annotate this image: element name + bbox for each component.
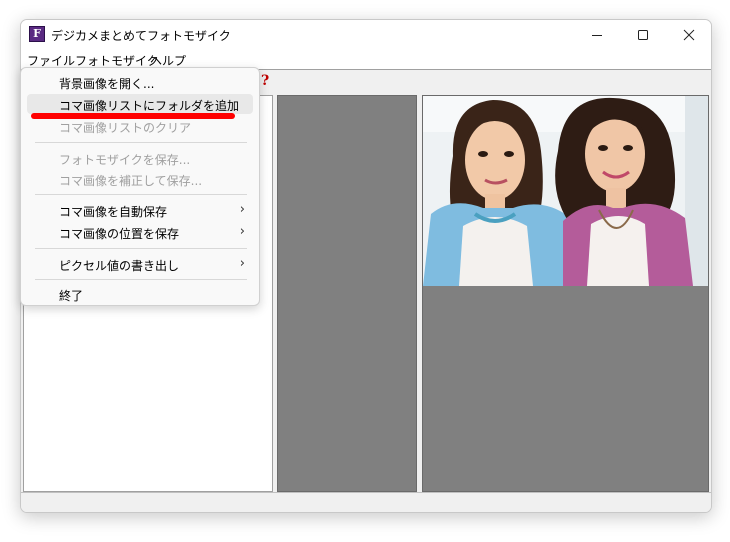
menu-item-label: 背景画像を開く...: [59, 77, 155, 91]
menu-save-photomosaic[interactable]: フォトモザイクを保存...: [27, 148, 253, 168]
menu-item-label: フォトモザイクを保存...: [59, 153, 191, 167]
maximize-icon: [638, 29, 648, 40]
minimize-icon: [592, 34, 602, 36]
menu-item-label: 終了: [59, 289, 84, 303]
file-menu-dropdown: 背景画像を開く... コマ画像リストにフォルダを追加 コマ画像リストのクリア フ…: [20, 67, 260, 306]
menu-separator: [35, 142, 247, 143]
title-bar[interactable]: F デジカメまとめてフォトモザイク: [21, 20, 711, 49]
help-icon[interactable]: ?: [261, 73, 275, 89]
app-icon: F: [29, 26, 45, 42]
chevron-right-icon: ›: [239, 256, 245, 271]
photo-two-women: [423, 96, 708, 286]
menu-bar: ファイル フォトモザイク ヘルプ: [21, 49, 711, 69]
chevron-right-icon: ›: [239, 224, 245, 239]
menu-item-label: コマ画像を自動保存: [59, 205, 168, 219]
background-image-pane[interactable]: [422, 95, 709, 492]
maximize-button[interactable]: [620, 20, 666, 49]
menu-separator: [35, 279, 247, 280]
menu-item-label: コマ画像リストにフォルダを追加: [59, 99, 240, 113]
menu-item-label: コマ画像の位置を保存: [59, 227, 180, 241]
menu-clear-list[interactable]: コマ画像リストのクリア: [27, 116, 253, 136]
menu-separator: [35, 248, 247, 249]
menu-item-label: コマ画像リストのクリア: [59, 121, 192, 135]
background-photo: [423, 96, 708, 286]
menu-item-label: コマ画像を補正して保存...: [59, 174, 203, 188]
menu-save-corrected-frames[interactable]: コマ画像を補正して保存...: [27, 169, 253, 189]
menu-item-label: ピクセル値の書き出し: [59, 259, 180, 273]
menu-open-background[interactable]: 背景画像を開く...: [27, 72, 253, 92]
close-button[interactable]: [666, 20, 711, 49]
thumbnail-pane[interactable]: [277, 95, 417, 492]
close-icon: [683, 29, 695, 40]
menu-exit[interactable]: 終了: [27, 284, 253, 304]
menu-export-pixel-values[interactable]: ピクセル値の書き出し ›: [27, 254, 253, 274]
status-bar: [21, 492, 711, 512]
minimize-button[interactable]: [574, 20, 620, 49]
menu-add-folder-to-list[interactable]: コマ画像リストにフォルダを追加: [27, 94, 253, 114]
chevron-right-icon: ›: [239, 202, 245, 217]
window-title: デジカメまとめてフォトモザイク: [51, 29, 231, 43]
menu-separator: [35, 194, 247, 195]
menu-auto-save-frames[interactable]: コマ画像を自動保存 ›: [27, 200, 253, 220]
menu-save-frame-positions[interactable]: コマ画像の位置を保存 ›: [27, 222, 253, 242]
